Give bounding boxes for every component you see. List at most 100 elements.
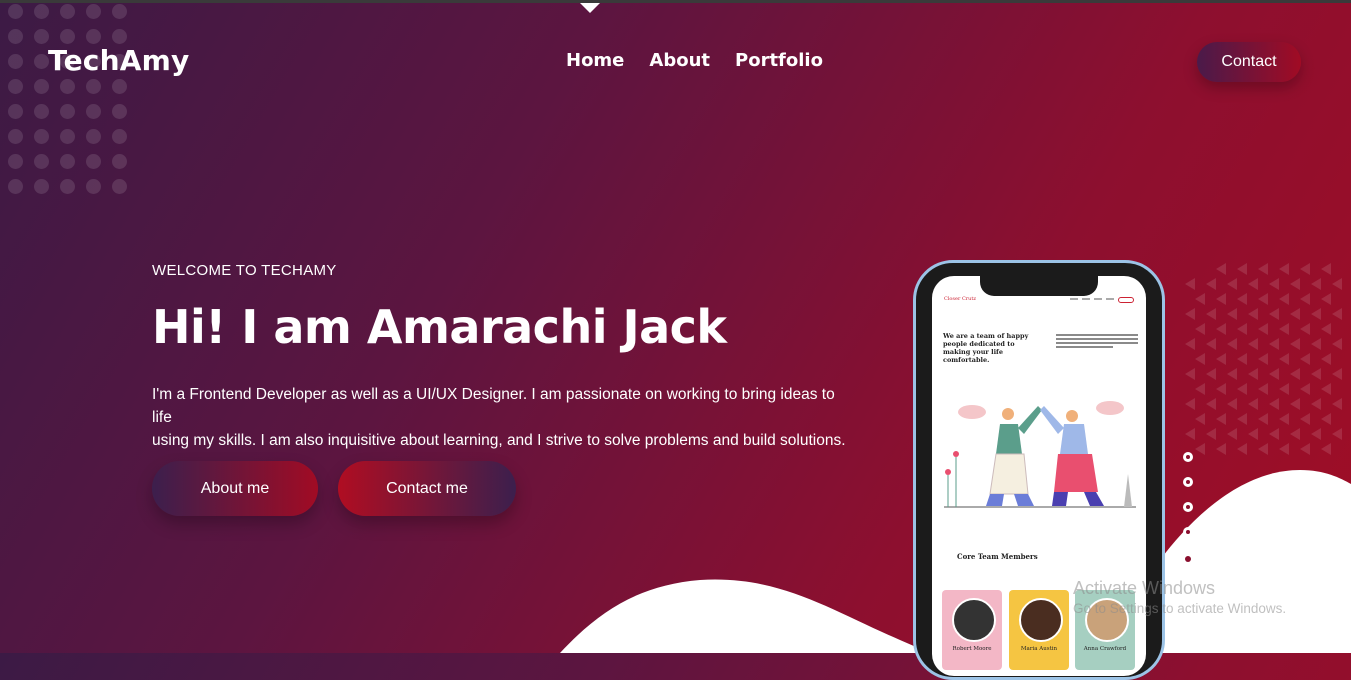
- pattern-triangle: [1258, 263, 1268, 275]
- pattern-triangle: [1195, 323, 1205, 335]
- pattern-triangle: [1290, 428, 1300, 440]
- pattern-triangle: [1216, 443, 1226, 455]
- pattern-triangle: [1185, 278, 1195, 290]
- slider-dot[interactable]: [1183, 452, 1193, 462]
- pattern-triangle: [1195, 443, 1205, 455]
- contact-me-button[interactable]: Contact me: [338, 461, 516, 516]
- pattern-triangle: [1279, 323, 1289, 335]
- pattern-triangle: [1311, 368, 1321, 380]
- windows-activation-watermark: Activate Windows Go to Settings to activ…: [1073, 578, 1286, 616]
- pattern-dot: [112, 154, 127, 169]
- pattern-triangle: [1195, 353, 1205, 365]
- pattern-dot: [8, 179, 23, 194]
- about-me-button[interactable]: About me: [152, 461, 318, 516]
- pattern-triangle: [1321, 353, 1331, 365]
- pattern-triangle: [1227, 308, 1237, 320]
- team-member-card: Maria Austin: [1009, 590, 1069, 670]
- pattern-dot: [60, 154, 75, 169]
- pattern-triangle: [1216, 413, 1226, 425]
- pattern-triangle: [1290, 398, 1300, 410]
- pattern-triangle: [1216, 293, 1226, 305]
- pattern-triangle: [1237, 263, 1247, 275]
- pattern-triangle: [1332, 368, 1342, 380]
- pattern-triangle: [1300, 293, 1310, 305]
- pattern-dot: [60, 29, 75, 44]
- pattern-triangle: [1227, 368, 1237, 380]
- pattern-triangle: [1227, 338, 1237, 350]
- site-logo[interactable]: TechAmy: [48, 44, 189, 77]
- pattern-triangle: [1279, 383, 1289, 395]
- pattern-triangle: [1279, 413, 1289, 425]
- pattern-triangle: [1216, 323, 1226, 335]
- slider-dot[interactable]: [1181, 552, 1195, 566]
- pattern-triangle: [1300, 383, 1310, 395]
- slider-dot[interactable]: [1183, 477, 1193, 487]
- pattern-triangle: [1206, 338, 1216, 350]
- hero-eyebrow: WELCOME TO TECHAMY: [152, 262, 337, 279]
- pattern-triangle: [1321, 323, 1331, 335]
- dot-pattern-decoration: [0, 4, 127, 194]
- pattern-triangle: [1321, 443, 1331, 455]
- pattern-triangle: [1279, 293, 1289, 305]
- pattern-dot: [112, 179, 127, 194]
- nav-home-link[interactable]: Home: [566, 50, 624, 71]
- nav-portfolio-link[interactable]: Portfolio: [735, 50, 823, 71]
- pattern-triangle: [1269, 338, 1279, 350]
- pattern-triangle: [1195, 383, 1205, 395]
- slider-dot[interactable]: [1183, 527, 1193, 537]
- pattern-triangle: [1300, 353, 1310, 365]
- pattern-triangle: [1227, 398, 1237, 410]
- pattern-dot: [8, 79, 23, 94]
- pattern-triangle: [1269, 398, 1279, 410]
- main-nav: Home About Portfolio: [566, 50, 823, 71]
- hero-intro-line: using my skills. I am also inquisitive a…: [152, 432, 846, 449]
- pattern-triangle: [1216, 263, 1226, 275]
- pattern-triangle: [1248, 308, 1258, 320]
- pattern-triangle: [1332, 278, 1342, 290]
- pattern-dot: [60, 79, 75, 94]
- pattern-triangle: [1258, 293, 1268, 305]
- pattern-triangle: [1227, 278, 1237, 290]
- pattern-triangle: [1237, 383, 1247, 395]
- pattern-dot: [112, 4, 127, 19]
- pattern-triangle: [1290, 368, 1300, 380]
- pattern-triangle: [1248, 428, 1258, 440]
- pattern-triangle: [1237, 413, 1247, 425]
- hero-intro-line: I'm a Frontend Developer as well as a UI…: [152, 386, 835, 426]
- pattern-triangle: [1300, 323, 1310, 335]
- nav-about-link[interactable]: About: [649, 50, 710, 71]
- pattern-dot: [34, 54, 49, 69]
- pattern-triangle: [1290, 338, 1300, 350]
- pattern-dot: [8, 29, 23, 44]
- pattern-triangle: [1269, 368, 1279, 380]
- pattern-triangle: [1185, 428, 1195, 440]
- pattern-triangle: [1206, 428, 1216, 440]
- pattern-dot: [34, 4, 49, 19]
- team-member-name: Maria Austin: [1020, 646, 1058, 652]
- pattern-dot: [112, 129, 127, 144]
- pattern-dot: [86, 129, 101, 144]
- header-contact-button[interactable]: Contact: [1197, 42, 1301, 82]
- pattern-triangle: [1237, 323, 1247, 335]
- pattern-triangle: [1216, 383, 1226, 395]
- pattern-dot: [86, 79, 101, 94]
- pattern-triangle: [1206, 398, 1216, 410]
- hero-title: Hi! I am Amarachi Jack: [152, 300, 727, 354]
- phone-site-headline: We are a team of happy people dedicated …: [943, 332, 1029, 364]
- hero-intro: I'm a Frontend Developer as well as a UI…: [152, 383, 852, 452]
- pattern-dot: [8, 4, 23, 19]
- pattern-dot: [8, 154, 23, 169]
- pattern-dot: [86, 104, 101, 119]
- pattern-dot: [112, 79, 127, 94]
- pattern-triangle: [1279, 443, 1289, 455]
- team-member-card: Robert Moore: [942, 590, 1002, 670]
- pattern-dot: [60, 104, 75, 119]
- pattern-triangle: [1321, 263, 1331, 275]
- pattern-triangle: [1258, 353, 1268, 365]
- pattern-triangle: [1321, 383, 1331, 395]
- pattern-triangle: [1185, 368, 1195, 380]
- pattern-dot: [86, 29, 101, 44]
- phone-notch: [980, 274, 1098, 296]
- pattern-dot: [34, 79, 49, 94]
- slider-dot[interactable]: [1183, 502, 1193, 512]
